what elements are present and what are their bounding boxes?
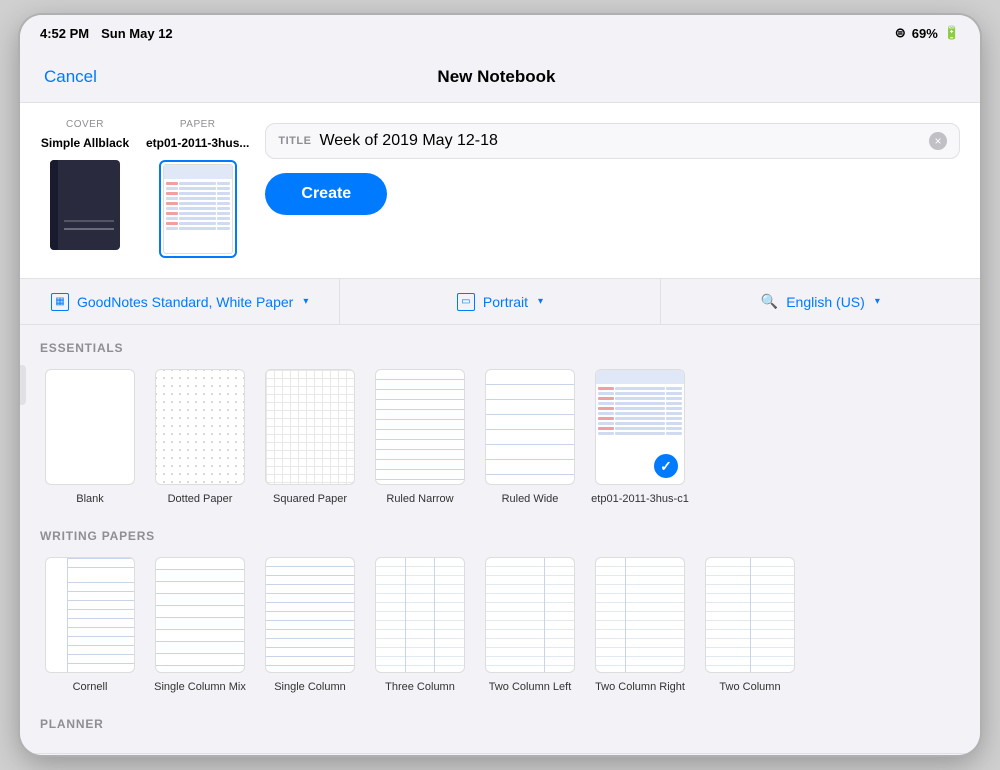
orientation-chevron: ▾: [538, 296, 543, 307]
filter-bar: ▦ GoodNotes Standard, White Paper ▾ ▭ Po…: [20, 279, 980, 325]
status-right: ⊜ 69% 🔋: [895, 25, 960, 41]
language-search-icon: 🔍: [761, 293, 778, 310]
paper-type-label: GoodNotes Standard, White Paper: [77, 294, 293, 310]
cancel-button[interactable]: Cancel: [44, 67, 97, 87]
cover-section-label: COVER: [66, 119, 104, 130]
template-blank-name: Blank: [76, 493, 104, 505]
template-single-col-thumb: [265, 557, 355, 673]
template-single-col-mix-thumb: [155, 557, 245, 673]
cover-item[interactable]: COVER Simple Allblack: [40, 119, 130, 250]
status-left: 4:52 PM Sun May 12: [40, 26, 173, 41]
template-three-col-thumb: [375, 557, 465, 673]
template-three-col-name: Three Column: [385, 681, 455, 693]
template-single-col[interactable]: Single Column: [260, 557, 360, 693]
language-chevron: ▾: [875, 296, 880, 307]
template-blank-thumb: [45, 369, 135, 485]
template-cornell-thumb: [45, 557, 135, 673]
title-input[interactable]: [319, 132, 921, 150]
template-etp01[interactable]: etp01-2011-3hus-c1: [590, 369, 690, 505]
cover-thumbnail: [50, 160, 120, 250]
top-panel: COVER Simple Allblack PAPER etp01-2011-3…: [20, 103, 980, 279]
writing-grid: Cornell Single Column Mix Single Column: [40, 557, 960, 693]
template-dotted-thumb: [155, 369, 245, 485]
template-two-col-left-thumb: [485, 557, 575, 673]
template-two-col-name: Two Column: [719, 681, 780, 693]
template-ruled-narrow-thumb: [375, 369, 465, 485]
battery-percent: 69%: [912, 26, 938, 41]
status-bar: 4:52 PM Sun May 12 ⊜ 69% 🔋: [20, 15, 980, 51]
cover-name: Simple Allblack: [41, 136, 129, 150]
paper-section-label: PAPER: [180, 119, 216, 130]
template-ruled-wide[interactable]: Ruled Wide: [480, 369, 580, 505]
template-squared[interactable]: Squared Paper: [260, 369, 360, 505]
template-cornell[interactable]: Cornell: [40, 557, 140, 693]
template-dotted[interactable]: Dotted Paper: [150, 369, 250, 505]
side-tab: [20, 365, 26, 405]
template-two-col[interactable]: Two Column: [700, 557, 800, 693]
template-etp01-thumb: [595, 369, 685, 485]
template-squared-thumb: [265, 369, 355, 485]
paper-type-icon: ▦: [51, 293, 69, 311]
date: Sun May 12: [101, 26, 173, 41]
ipad-frame: 4:52 PM Sun May 12 ⊜ 69% 🔋 Cancel New No…: [20, 15, 980, 755]
template-two-col-right[interactable]: Two Column Right: [590, 557, 690, 693]
page-title: New Notebook: [437, 67, 555, 87]
paper-thumbnail: [163, 164, 233, 254]
template-two-col-thumb: [705, 557, 795, 673]
template-single-col-mix[interactable]: Single Column Mix: [150, 557, 250, 693]
orientation-icon: ▭: [457, 293, 475, 311]
main-content: COVER Simple Allblack PAPER etp01-2011-3…: [20, 103, 980, 753]
template-dotted-name: Dotted Paper: [168, 493, 233, 505]
language-label: English (US): [786, 294, 865, 310]
template-two-col-left-name: Two Column Left: [489, 681, 572, 693]
templates-container: ESSENTIALS Blank Dotted Paper Squared Pa…: [20, 325, 980, 753]
template-single-col-mix-name: Single Column Mix: [154, 681, 246, 693]
template-single-col-name: Single Column: [274, 681, 346, 693]
battery-icon: 🔋: [944, 25, 960, 41]
template-ruled-wide-name: Ruled Wide: [502, 493, 559, 505]
time: 4:52 PM: [40, 26, 89, 41]
clear-title-button[interactable]: ×: [929, 132, 947, 150]
title-row: TITLE ×: [265, 123, 960, 159]
create-button[interactable]: Create: [265, 173, 387, 215]
paper-type-chevron: ▾: [303, 296, 308, 307]
template-cornell-name: Cornell: [73, 681, 108, 693]
template-two-col-right-thumb: [595, 557, 685, 673]
title-label: TITLE: [278, 135, 311, 147]
template-squared-name: Squared Paper: [273, 493, 347, 505]
paper-name: etp01-2011-3hus...: [146, 136, 249, 150]
filter-language[interactable]: 🔍 English (US) ▾: [661, 279, 980, 324]
writing-section-title: WRITING PAPERS: [40, 529, 960, 543]
template-ruled-wide-thumb: [485, 369, 575, 485]
template-ruled-narrow[interactable]: Ruled Narrow: [370, 369, 470, 505]
planner-section-title: PLANNER: [40, 717, 960, 731]
paper-selected-wrapper: [159, 160, 237, 258]
template-three-col[interactable]: Three Column: [370, 557, 470, 693]
template-ruled-narrow-name: Ruled Narrow: [386, 493, 453, 505]
template-etp01-name: etp01-2011-3hus-c1: [591, 493, 689, 505]
template-two-col-left[interactable]: Two Column Left: [480, 557, 580, 693]
filter-orientation[interactable]: ▭ Portrait ▾: [340, 279, 660, 324]
title-section: TITLE × Create: [265, 119, 960, 215]
bottom-toolbar: [20, 753, 980, 755]
paper-item[interactable]: PAPER etp01-2011-3hus...: [146, 119, 249, 258]
template-two-col-right-name: Two Column Right: [595, 681, 685, 693]
essentials-grid: Blank Dotted Paper Squared Paper Ruled N…: [40, 369, 960, 505]
orientation-label: Portrait: [483, 294, 528, 310]
essentials-section-title: ESSENTIALS: [40, 341, 960, 355]
template-blank[interactable]: Blank: [40, 369, 140, 505]
wifi-icon: ⊜: [895, 25, 906, 41]
header: Cancel New Notebook: [20, 51, 980, 103]
filter-paper-type[interactable]: ▦ GoodNotes Standard, White Paper ▾: [20, 279, 340, 324]
